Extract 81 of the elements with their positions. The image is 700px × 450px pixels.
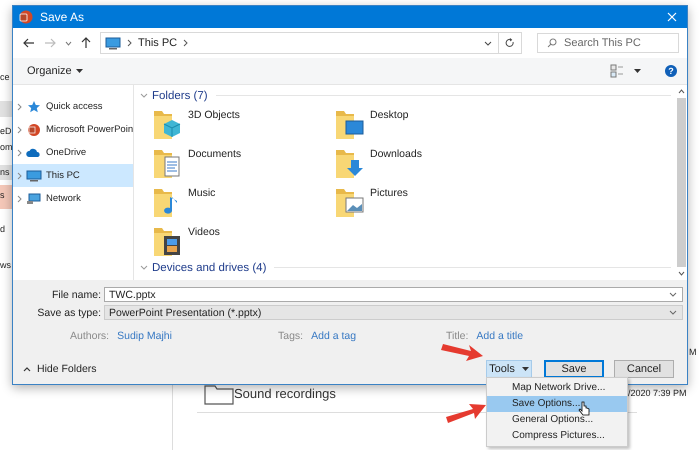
powerpoint-icon xyxy=(19,10,33,24)
sidebar-item[interactable]: This PC xyxy=(13,164,133,187)
property-link[interactable]: Add a tag xyxy=(311,330,356,342)
tools-button[interactable]: Tools xyxy=(486,360,532,378)
background-row xyxy=(0,101,12,117)
computer-icon xyxy=(26,168,42,182)
folder-name[interactable]: 3D Objects xyxy=(188,109,240,121)
property-label: Title: xyxy=(446,330,468,342)
chevron-icon[interactable] xyxy=(17,148,22,156)
menu-item[interactable]: Save Options... xyxy=(487,396,627,412)
network-icon xyxy=(26,192,42,206)
back-arrow-icon[interactable] xyxy=(23,38,35,48)
computer-icon xyxy=(105,36,121,50)
dropdown-caret-icon[interactable] xyxy=(669,310,677,315)
sidebar-item[interactable]: Network xyxy=(13,187,133,210)
save-button[interactable]: Save xyxy=(544,360,604,378)
cancel-button[interactable]: Cancel xyxy=(614,360,674,378)
field-label: Save as type: xyxy=(36,306,102,318)
scroll-up-icon[interactable] xyxy=(678,89,685,94)
caret-icon xyxy=(76,69,83,73)
powerpoint-icon xyxy=(26,122,42,136)
menu-item[interactable]: Compress Pictures... xyxy=(487,428,627,444)
help-icon[interactable]: ? xyxy=(665,65,677,77)
property-label: Tags: xyxy=(278,330,304,342)
folder-name[interactable]: Desktop xyxy=(370,109,409,121)
background-text: M xyxy=(689,347,696,358)
background-text: om xyxy=(0,142,13,153)
chevron-icon xyxy=(127,39,132,47)
chevron-icon xyxy=(183,39,188,47)
up-arrow-icon[interactable] xyxy=(81,37,91,49)
chevron-icon[interactable] xyxy=(17,126,22,134)
collapse-chevron-icon[interactable] xyxy=(140,265,148,270)
field-label: File name: xyxy=(50,288,102,300)
file-type-dropdown[interactable]: PowerPoint Presentation (*.pptx) xyxy=(104,305,683,320)
background-text: s xyxy=(0,190,4,201)
list-item[interactable]: Sound recordings xyxy=(234,386,336,401)
collapse-chevron-icon[interactable] xyxy=(140,93,148,98)
folder-name[interactable]: Music xyxy=(188,187,216,199)
background-row xyxy=(0,185,12,209)
property-link[interactable]: Sudip Majhi xyxy=(117,330,172,342)
folder-name[interactable]: Documents xyxy=(188,148,242,160)
caret-icon xyxy=(522,367,529,371)
window-title: Save As xyxy=(40,10,84,24)
folder-name[interactable]: Pictures xyxy=(370,187,408,199)
close-icon[interactable] xyxy=(667,12,677,22)
background-text: ns xyxy=(0,165,12,180)
chevron-icon[interactable] xyxy=(17,172,22,180)
view-icon[interactable] xyxy=(610,64,624,78)
sidebar-item[interactable]: Microsoft PowerPoin xyxy=(13,118,133,141)
property-link[interactable]: Add a title xyxy=(476,330,524,342)
address-bar[interactable]: This PC xyxy=(100,32,522,54)
sidebar-item[interactable]: Quick access xyxy=(13,95,133,118)
breadcrumb[interactable]: This PC xyxy=(138,37,178,49)
search-field[interactable]: Search This PC xyxy=(537,33,679,53)
star-icon xyxy=(26,100,42,114)
caret-icon[interactable] xyxy=(634,69,641,73)
folder-icon xyxy=(204,385,234,405)
menu-item[interactable]: General Options... xyxy=(487,412,627,428)
chevron-icon[interactable] xyxy=(17,194,22,202)
chevron-up-icon xyxy=(23,366,31,372)
sidebar-item[interactable]: OneDrive xyxy=(13,141,133,164)
background-text: ws xyxy=(0,260,11,271)
chevron-icon[interactable] xyxy=(17,102,22,110)
section-header[interactable]: Folders (7) xyxy=(152,90,208,102)
organize-button[interactable]: Organize xyxy=(25,63,85,79)
property-label: Authors: xyxy=(70,330,110,342)
hide-folders-button[interactable]: Hide Folders xyxy=(13,363,97,375)
folder-name[interactable]: Videos xyxy=(188,226,220,238)
background-text: d xyxy=(0,224,6,235)
folder-name[interactable]: Downloads xyxy=(370,148,422,160)
dropdown-caret-icon[interactable] xyxy=(669,292,677,297)
file-name-field[interactable]: TWC.pptx xyxy=(104,287,683,302)
dropdown-caret-icon[interactable] xyxy=(484,40,492,46)
menu-item[interactable]: Map Network Drive... xyxy=(487,380,627,396)
scroll-down-icon[interactable] xyxy=(678,271,685,276)
search-icon xyxy=(547,38,557,48)
section-header[interactable]: Devices and drives (4) xyxy=(152,262,266,274)
background-text: eD xyxy=(0,126,12,137)
refresh-icon[interactable] xyxy=(505,38,515,48)
background-text: ce xyxy=(0,72,10,83)
background-text: /2020 7:39 PM xyxy=(628,388,687,399)
